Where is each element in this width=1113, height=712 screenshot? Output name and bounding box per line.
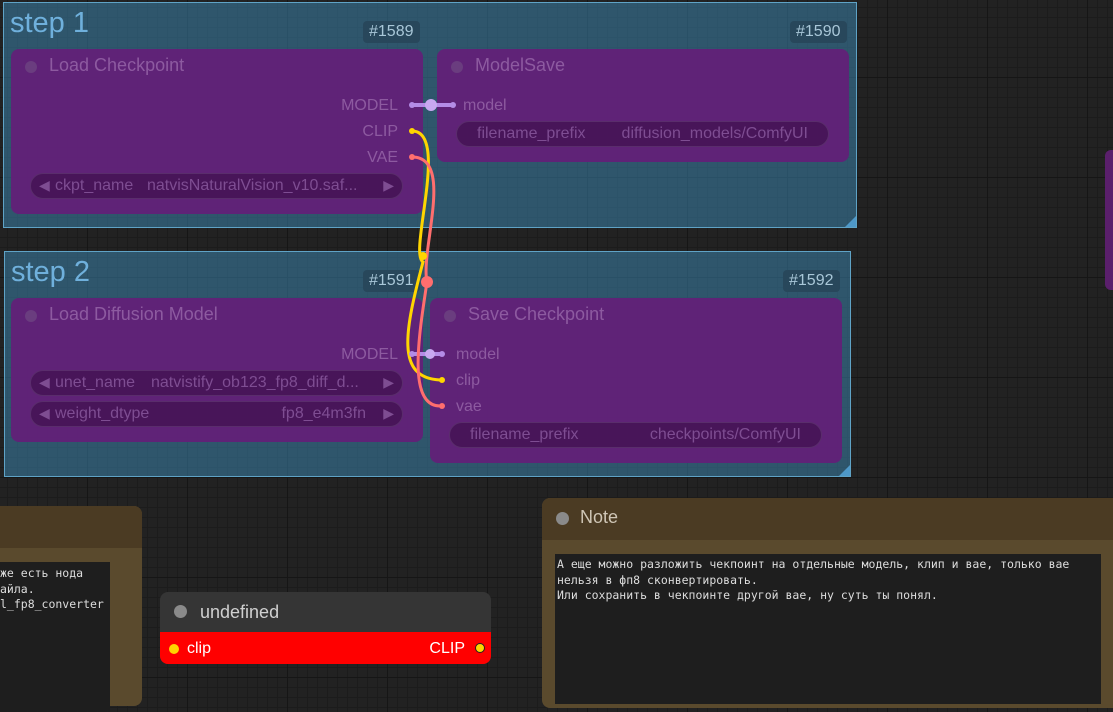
note-textarea[interactable]: А еще можно разложить чекпоинт на отдель… [555,554,1101,704]
output-slot-model[interactable] [409,102,415,108]
collapse-dot-icon[interactable] [174,605,187,618]
model-link-center[interactable] [425,349,435,359]
input-slot-clip[interactable] [439,377,445,383]
note-text[interactable]: же есть нода айла. l_fp8_converter [0,562,110,712]
undefined-node[interactable]: undefined clip CLIP [160,592,491,664]
output-slot-vae[interactable] [409,154,415,160]
input-slot-clip[interactable] [169,644,179,654]
note-title: Note [580,507,619,527]
input-slot-model[interactable] [439,351,445,357]
output-clip-label: CLIP [429,640,465,657]
output-slot-model[interactable] [409,351,415,357]
note-title-bar[interactable] [0,506,142,548]
error-slots-bar: clip CLIP [160,632,491,664]
note-node-left[interactable]: же есть нода айла. l_fp8_converter [0,506,142,712]
offscreen-node-edge[interactable] [1105,150,1113,290]
model-link-center[interactable] [425,99,437,111]
output-slot-clip[interactable] [409,128,415,134]
collapse-dot-icon[interactable] [556,512,569,525]
note-title-bar[interactable]: Note [542,498,1113,540]
node-title: undefined [200,602,280,622]
vae-link-center[interactable] [421,276,433,288]
clip-link-center[interactable] [419,252,427,260]
output-slot-clip[interactable] [475,643,485,653]
node-title-bar[interactable]: undefined [160,592,491,632]
note-node[interactable]: Note А еще можно разложить чекпоинт на о… [542,498,1113,708]
input-clip-label: clip [187,640,212,657]
input-slot-vae[interactable] [439,403,445,409]
input-slot-model[interactable] [450,102,456,108]
